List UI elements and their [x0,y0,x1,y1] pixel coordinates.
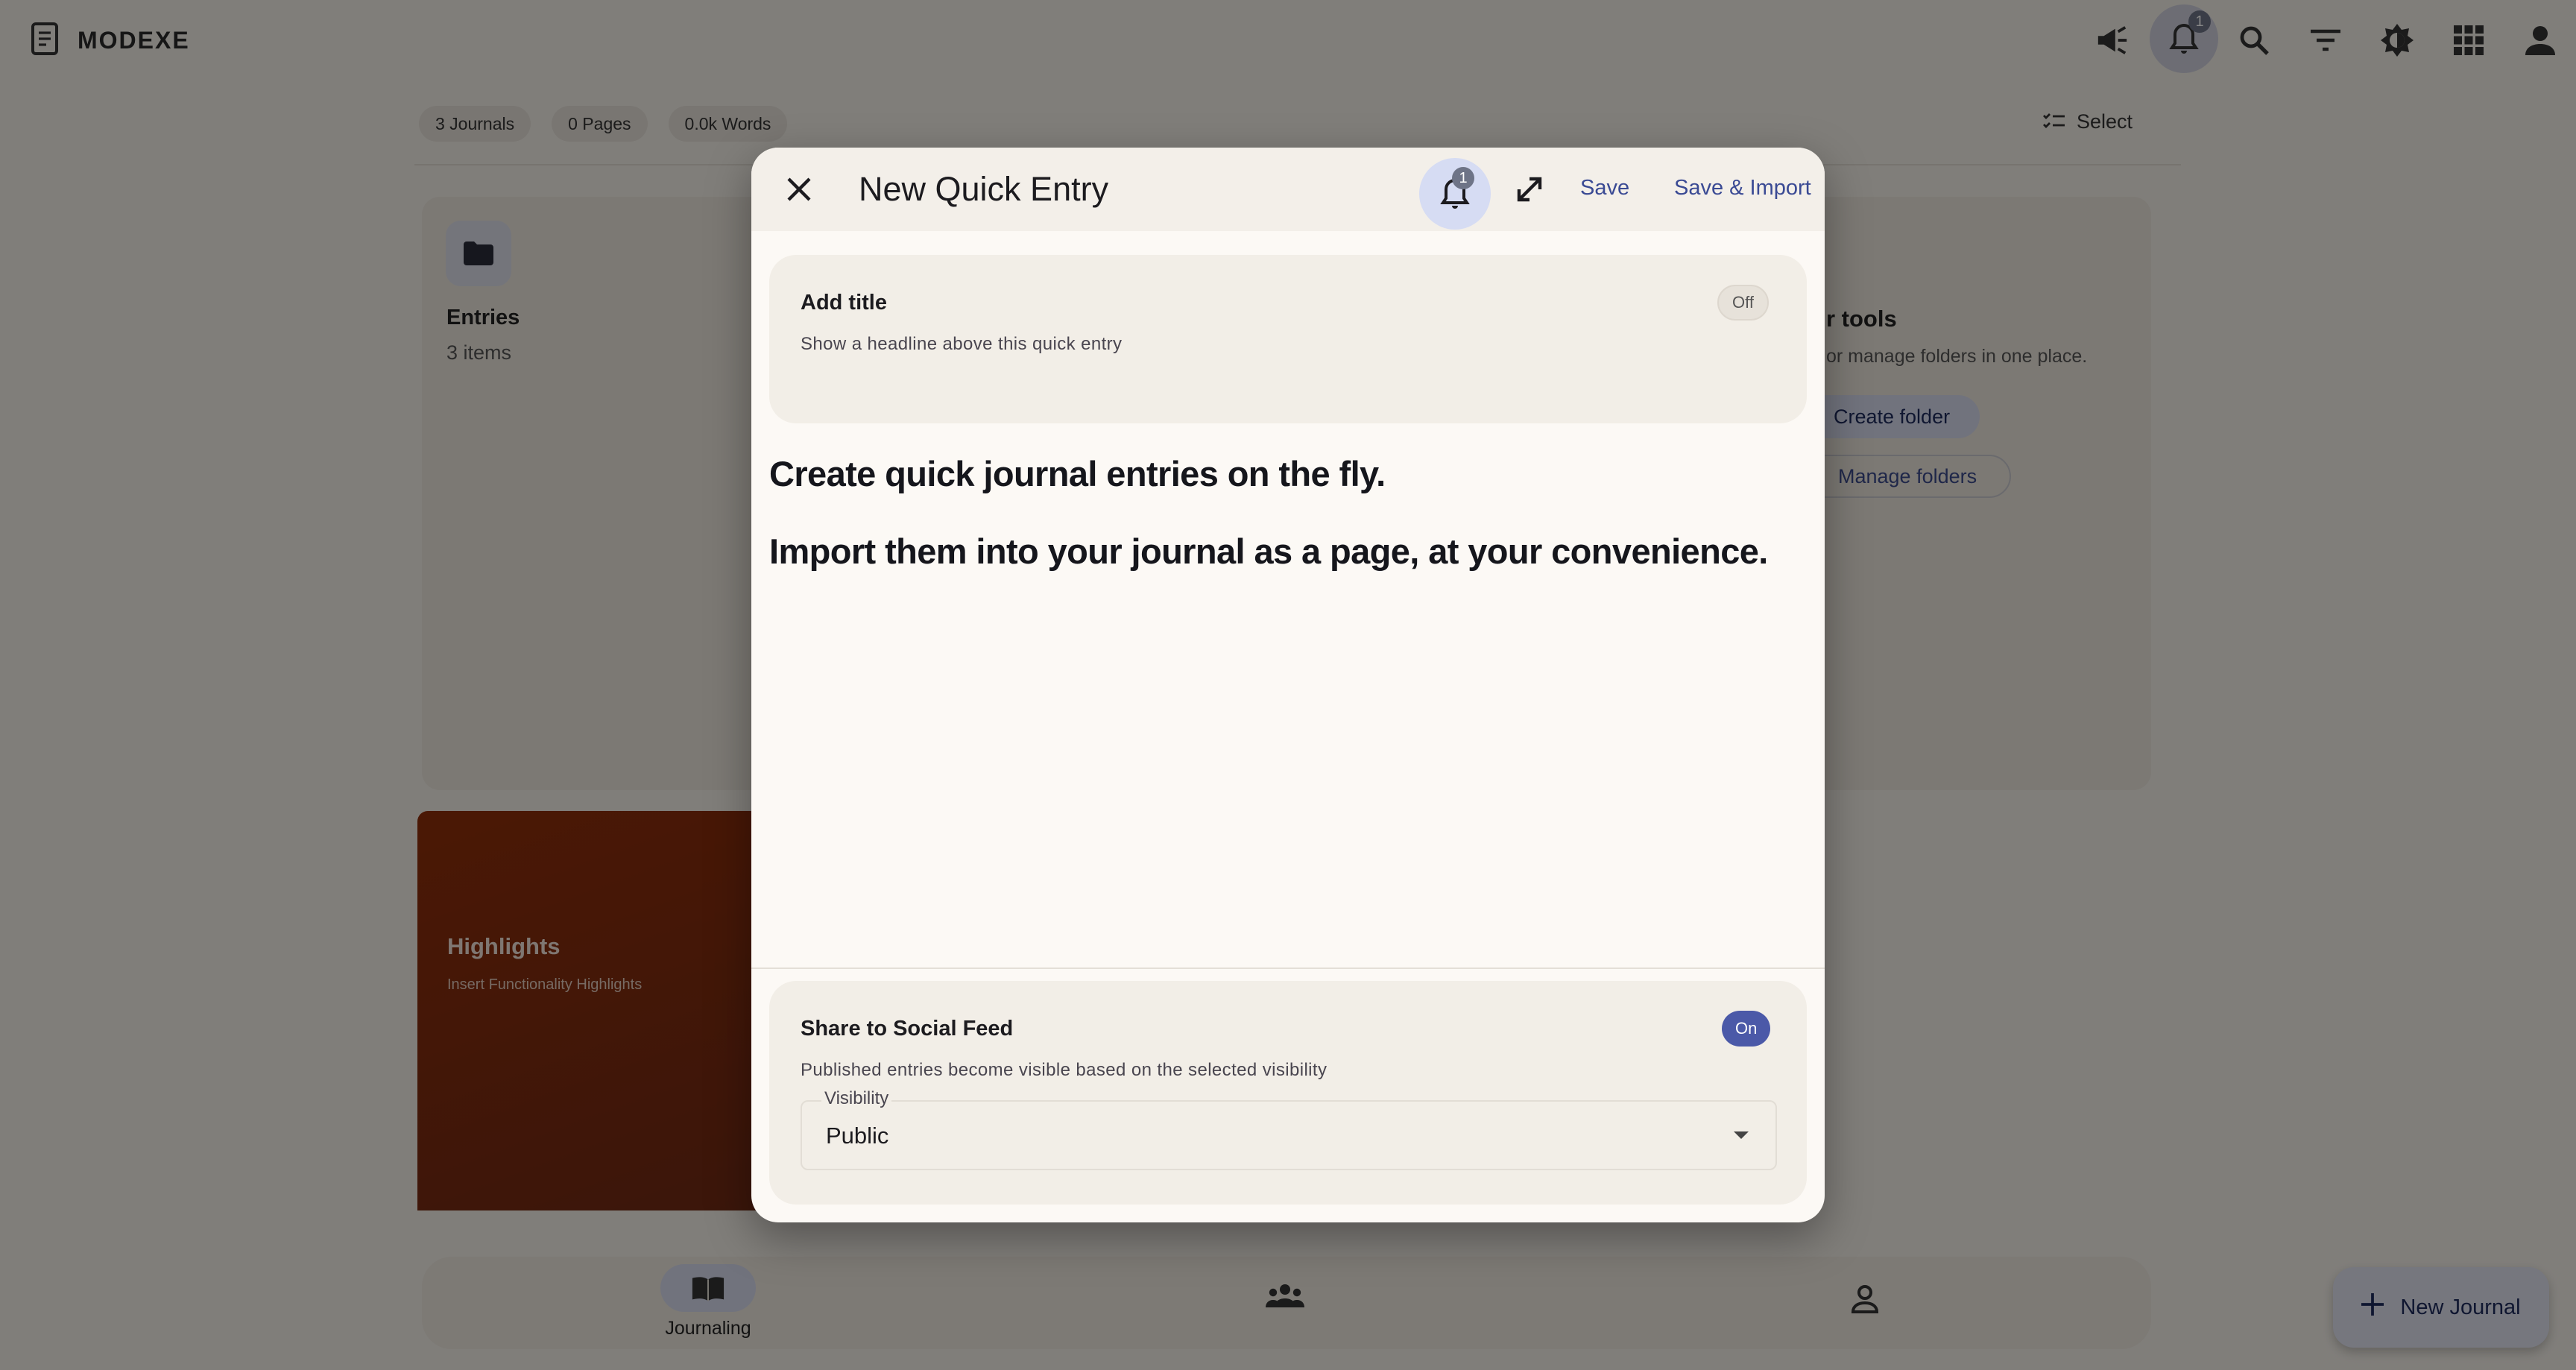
visibility-select[interactable]: Public [801,1100,1777,1170]
visibility-label: Visibility [821,1088,892,1109]
share-label: Share to Social Feed [801,1017,1014,1041]
add-title-toggle[interactable]: Off [1717,285,1769,321]
add-title-panel: Add title Show a headline above this qui… [769,255,1807,423]
save-button[interactable]: Save [1580,176,1629,201]
entry-body-line-1[interactable]: Create quick journal entries on the fly. [769,453,1386,494]
save-import-button[interactable]: Save & Import [1674,176,1811,201]
dialog-title: New Quick Entry [859,170,1109,208]
fullscreen-icon[interactable] [1506,165,1553,213]
close-icon[interactable] [775,165,823,213]
share-description: Published entries become visible based o… [801,1060,1328,1080]
add-title-label: Add title [801,291,887,315]
share-toggle[interactable]: On [1722,1011,1771,1047]
entry-body-line-2[interactable]: Import them into your journal as a page,… [769,531,1768,572]
visibility-value: Public [826,1123,889,1149]
dialog-notification-badge: 1 [1452,167,1474,189]
dropdown-arrow-icon [1734,1131,1749,1139]
quick-entry-dialog: New Quick Entry 1 Save Save & Import Add… [751,148,1825,1222]
dialog-header: New Quick Entry 1 Save Save & Import [751,148,1825,231]
share-panel: Share to Social Feed Published entries b… [769,981,1807,1205]
dialog-notifications-button[interactable]: 1 [1419,158,1491,230]
add-title-description: Show a headline above this quick entry [801,334,1123,354]
divider [751,967,1825,969]
